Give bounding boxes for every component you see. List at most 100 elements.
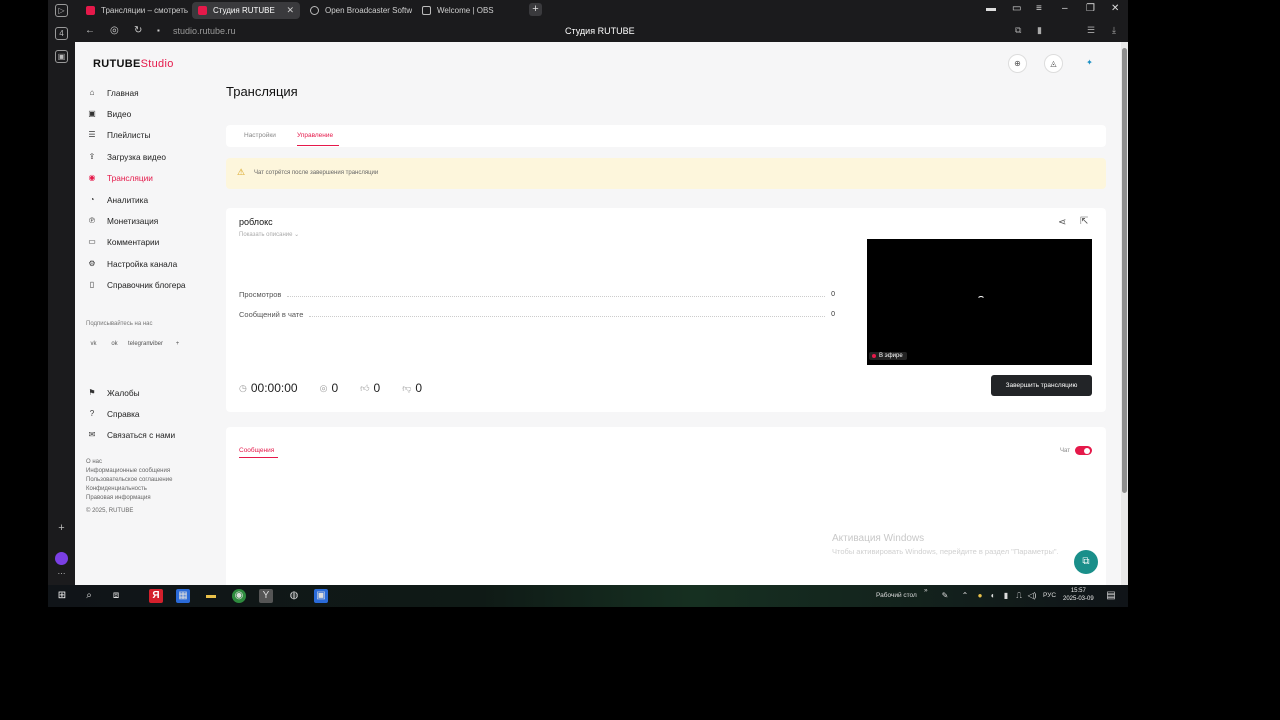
rutube-studio-logo[interactable]: RUTUBEStudio (93, 58, 174, 70)
image-icon[interactable]: ▣ (55, 50, 68, 63)
new-tab-button[interactable]: + (529, 3, 542, 16)
toolbar-expand-icon[interactable]: » (924, 587, 928, 594)
tab-messages[interactable]: Сообщения (239, 447, 274, 454)
home-icon: ⌂ (89, 87, 95, 97)
notification-center-icon[interactable]: ▤ (1104, 589, 1118, 603)
footer-link[interactable]: Конфиденциальность (86, 485, 172, 494)
mic-icon[interactable]: ▮ (999, 589, 1013, 603)
explorer-icon[interactable]: ▬ (204, 589, 218, 603)
tab-label: Трансляции – смотреть о (101, 6, 188, 15)
sidebar-item-blogger-guide[interactable]: ▯ Справочник блогера (87, 275, 217, 296)
windows-start-icon[interactable]: ⊞ (55, 589, 69, 603)
footer-link[interactable]: Информационные сообщения (86, 467, 172, 476)
tab-studio[interactable]: Студия RUTUBE ✕ (192, 2, 300, 19)
play-icon[interactable]: ▷ (55, 4, 68, 17)
warning-icon: ⚠ (237, 167, 246, 177)
search-icon[interactable]: ⌕ (82, 589, 96, 603)
more-icon[interactable]: ⋯ (55, 568, 68, 581)
network-icon[interactable]: ⎍ (1012, 589, 1026, 603)
sidebar-item-label: Видео (107, 109, 132, 120)
telegram-icon[interactable]: telegram (128, 337, 151, 352)
task-view-icon[interactable]: ⧈ (109, 589, 123, 603)
footer-link[interactable]: Правовая информация (86, 494, 172, 503)
show-description-link[interactable]: Показать описание ⌄ (239, 231, 299, 238)
sidebar-item-contact[interactable]: ✉ Связаться с нами (87, 425, 217, 446)
upload-icon: ⇪ (88, 151, 96, 161)
window-close-icon[interactable]: ✕ (1111, 3, 1119, 14)
sidebar-item-upload[interactable]: ⇪ Загрузка видео (87, 146, 217, 167)
collections-icon[interactable]: ☰ (1087, 25, 1095, 36)
obs-icon[interactable]: ◍ (287, 589, 301, 603)
tab-settings[interactable]: Настройки (244, 132, 276, 139)
pen-icon[interactable]: ✎ (938, 589, 952, 603)
reload-icon[interactable]: ↻ (134, 25, 142, 36)
add-panel-icon[interactable]: + (55, 523, 68, 536)
tab-obs-welcome[interactable]: Welcome | OBS (416, 2, 524, 19)
sidebar-item-playlists[interactable]: ☰ Плейлисты (87, 125, 217, 146)
clock-time: 15:57 (1070, 588, 1086, 594)
support-chat-button[interactable]: ⧉ (1074, 550, 1098, 574)
language-indicator[interactable]: РУС (1043, 592, 1056, 599)
translate-icon[interactable]: ⧉ (1015, 25, 1021, 36)
viber-icon[interactable]: viber (149, 337, 164, 352)
desktop-toolbar-label[interactable]: Рабочий стол (876, 592, 917, 599)
avatar[interactable]: ✦ (1080, 54, 1099, 73)
tab-manage[interactable]: Управление (297, 132, 333, 139)
vk-icon[interactable]: vk (86, 337, 101, 352)
extensions-icon[interactable]: ▬ (986, 3, 996, 14)
footer-link[interactable]: Пользовательское соглашение (86, 476, 172, 485)
yandex-icon[interactable]: Я (149, 589, 163, 603)
sidebar-item-home[interactable]: ⌂ Главная (87, 82, 217, 103)
scrollbar-thumb[interactable] (1122, 48, 1127, 493)
sidebar-item-broadcasts[interactable]: ◉ Трансляции (87, 168, 217, 189)
system-clock[interactable]: 15:57 2025-03-09 (1063, 587, 1094, 603)
browser-side-panel: ▷ 4 ▣ + ⋯ (48, 0, 75, 585)
bookmark-page-icon[interactable]: ▮ (1037, 25, 1042, 36)
sidebar-item-channel-settings[interactable]: ⚙ Настройка канала (87, 253, 217, 274)
sidebar-item-analytics[interactable]: ◔ Аналитика (87, 189, 217, 210)
tray-app-icon[interactable]: ◐ (986, 589, 1000, 603)
sidebar-item-video[interactable]: ▣ Видео (87, 103, 217, 124)
tray-app-icon[interactable]: ● (973, 589, 987, 603)
side-badge[interactable]: 4 (55, 27, 68, 40)
sidebar-item-label: Справка (107, 409, 140, 420)
menu-icon[interactable]: ≡ (1036, 3, 1042, 14)
restore-icon[interactable]: ❐ (1086, 3, 1095, 14)
sidebar-item-monetization[interactable]: ℗ Монетизация (87, 210, 217, 231)
more-socials-icon[interactable]: + (170, 337, 185, 352)
stat-value: 0 (831, 311, 835, 318)
sidebar-item-complaints[interactable]: ⚑ Жалобы (87, 382, 217, 403)
alice-icon[interactable] (55, 552, 68, 565)
sidebar-item-help[interactable]: ? Справка (87, 403, 217, 424)
analytics-icon: ◔ (89, 194, 95, 204)
tab-obs-site[interactable]: Open Broadcaster Softwa (304, 2, 412, 19)
ok-icon[interactable]: ok (107, 337, 122, 352)
page-title: Трансляция (226, 84, 298, 99)
video-player[interactable]: В эфире (867, 239, 1092, 365)
yandex-browser-icon[interactable]: Y (259, 589, 273, 603)
back-icon[interactable]: ← (85, 25, 95, 36)
close-icon[interactable]: ✕ (278, 5, 294, 16)
volume-icon[interactable]: ◁) (1025, 589, 1039, 603)
end-broadcast-button[interactable]: Завершить трансляцию (991, 375, 1092, 396)
bookmark-icon[interactable]: ▭ (1012, 3, 1021, 14)
url-field[interactable]: studio.rutube.ru (173, 26, 236, 36)
tab-broadcasts[interactable]: Трансляции – смотреть о (80, 2, 188, 19)
sidebar-item-comments[interactable]: ▭ Комментарии (87, 232, 217, 253)
chat-toggle-label: Чат (1060, 448, 1070, 454)
external-link-icon[interactable]: ⇱ (1080, 216, 1088, 227)
stream-counters: ◷ 00:00:00 ◎ 0 👍︎ 0 👎︎ 0 (239, 381, 422, 395)
download-icon[interactable]: ⤓ (1112, 25, 1116, 36)
notifications-icon[interactable]: ◬ (1044, 54, 1063, 73)
chrome-icon[interactable]: ◉ (232, 589, 246, 603)
protect-icon[interactable]: ◎ (110, 25, 119, 36)
tray-expand-icon[interactable]: ⌃ (958, 589, 972, 603)
share-icon[interactable]: ⋖ (1058, 217, 1066, 228)
footer-link[interactable]: О нас (86, 458, 172, 467)
chat-toggle[interactable] (1075, 446, 1092, 455)
upload-header-icon[interactable]: ⊕ (1008, 54, 1027, 73)
store-icon[interactable]: ▦ (176, 589, 190, 603)
app-icon[interactable]: ▣ (314, 589, 328, 603)
minimize-icon[interactable]: – (1062, 3, 1068, 14)
sidebar-item-label: Комментарии (107, 237, 160, 248)
